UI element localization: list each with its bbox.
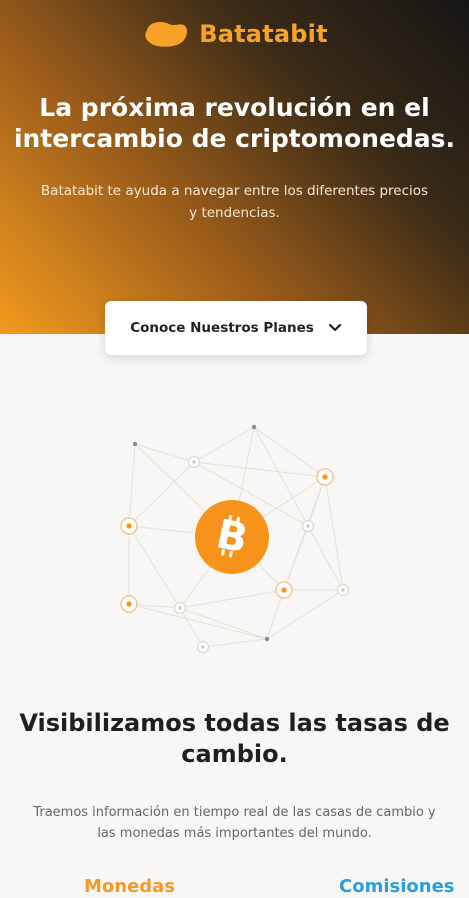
chevron-down-icon bbox=[328, 323, 341, 332]
section-title: Visibilizamos todas las tasas de cambio. bbox=[19, 709, 450, 768]
hero-title: La próxima revolución en el intercambio … bbox=[13, 93, 456, 153]
hero-subtitle: Batatabit te ayuda a navegar entre los d… bbox=[40, 183, 429, 221]
bitcoin-icon: B bbox=[195, 500, 269, 574]
hero-section: Batatabit La próxima revolución en el in… bbox=[0, 0, 469, 334]
batata-logo-icon bbox=[145, 22, 188, 47]
plans-button-label: Conoce Nuestros Planes bbox=[130, 320, 314, 336]
bitcoin-network-icon: B bbox=[120, 424, 350, 654]
tab-comisiones[interactable]: Comisiones bbox=[339, 876, 455, 897]
section-text: Traemos información en tiempo real de la… bbox=[33, 805, 436, 841]
logo[interactable]: Batatabit bbox=[0, 18, 469, 50]
plans-button[interactable]: Conoce Nuestros Planes bbox=[105, 301, 367, 355]
tab-monedas[interactable]: Monedas bbox=[84, 876, 175, 897]
brand-name: Batatabit bbox=[199, 20, 328, 48]
